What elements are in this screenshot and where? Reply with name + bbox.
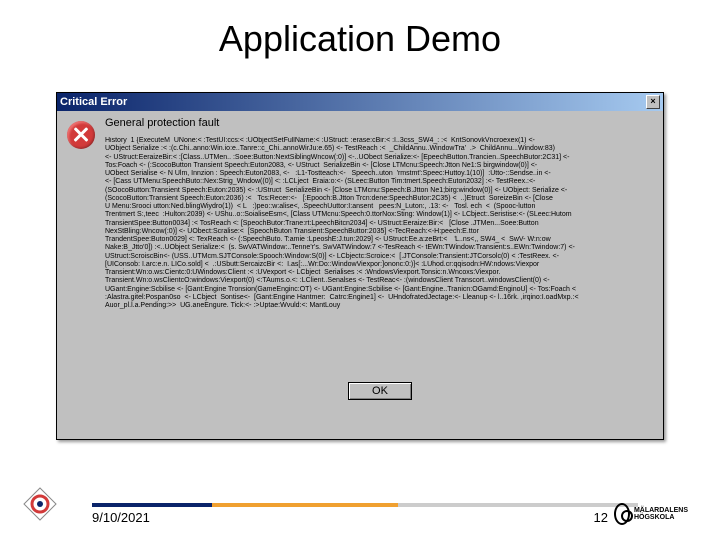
error-message: General protection fault <box>105 117 655 129</box>
mdh-text: MÄLARDALENS HÖGSKOLA <box>634 507 698 521</box>
slide-title: Application Demo <box>0 18 720 60</box>
button-row: OK <box>105 381 655 400</box>
title-bar: Critical Error × <box>57 93 663 111</box>
footer-date: 9/10/2021 <box>92 510 150 525</box>
dialog-body: General protection fault History 1 {Exec… <box>57 111 663 439</box>
footer-accent-bar <box>92 503 638 507</box>
ok-button[interactable]: OK <box>348 382 412 400</box>
footer: 9/10/2021 12 MÄLARDALENS HÖGSKOLA <box>0 480 720 540</box>
error-dialog: Critical Error × General protection faul… <box>56 92 664 440</box>
slide: Application Demo Critical Error × Genera… <box>0 0 720 540</box>
title-bar-caption: Critical Error <box>60 96 646 108</box>
close-icon[interactable]: × <box>646 95 660 109</box>
fer-logo <box>22 486 58 522</box>
page-number: 12 <box>594 510 608 525</box>
stack-trace: History 1 {ExecuteM UNone:< :TestUI:ccs:… <box>105 137 655 377</box>
mdh-logo: MÄLARDALENS HÖGSKOLA <box>614 502 698 526</box>
mdh-mark-icon <box>614 503 630 525</box>
error-icon <box>67 121 95 149</box>
